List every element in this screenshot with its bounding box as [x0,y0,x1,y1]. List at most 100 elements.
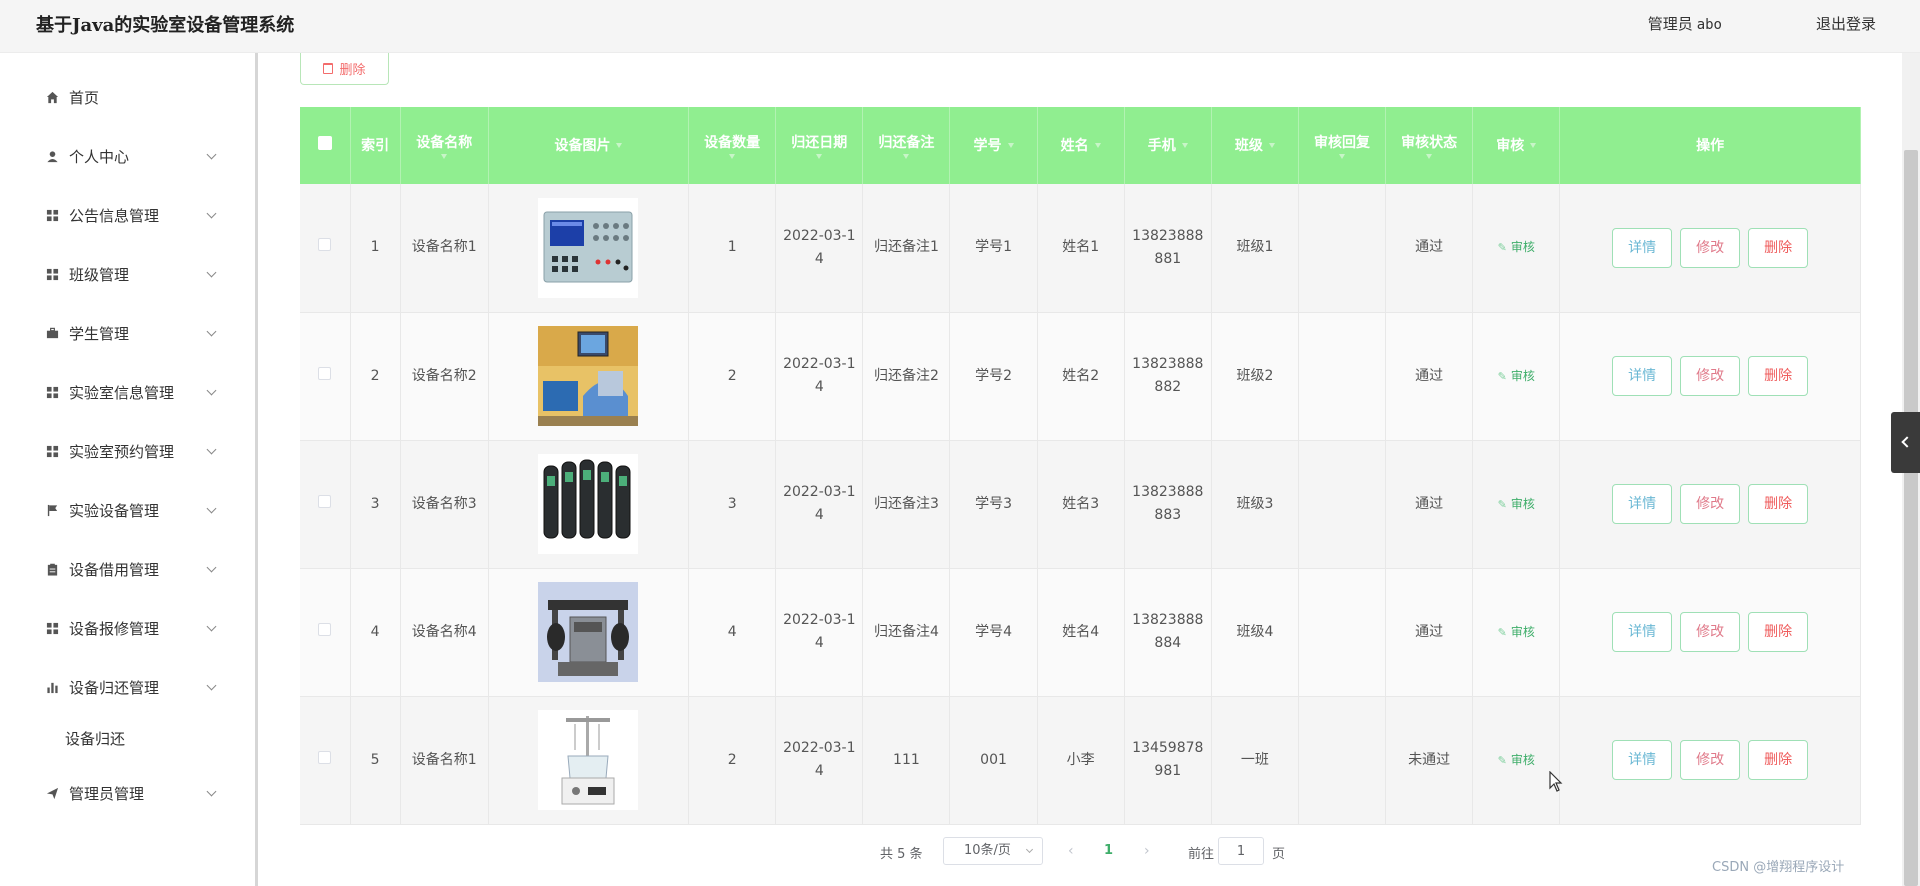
cell-device-name: 设备名称1 [400,696,489,825]
header-device-count[interactable]: 设备数量 [688,107,777,184]
sort-caret-icon[interactable] [903,154,910,159]
goto-page-input[interactable] [1218,837,1264,865]
detail-button[interactable]: 详情 [1612,227,1673,268]
admin-name: abo [1696,17,1722,33]
row-checkbox[interactable] [318,366,332,380]
edit-button[interactable]: 修改 [1680,612,1741,652]
sidebar-subitem-device-return[interactable]: 设备归还 [0,719,255,755]
user-icon [45,149,59,163]
cell-select[interactable] [300,568,351,697]
table-row: 4 设备名称4 4 2022-03-14 归还备注4 学号4 姓名4 13823888884 班… [300,568,1861,697]
header-device-name[interactable]: 设备名称 [400,107,489,184]
logout-link[interactable]: 退出登录 [1816,13,1876,34]
delete-button[interactable]: 删除 [1748,612,1809,652]
header-device-image[interactable]: 设备图片 [488,107,690,184]
header-class[interactable]: 班级 [1211,107,1299,184]
edit-button[interactable]: 修改 [1680,484,1741,524]
page-size-select[interactable]: 10条/页 [943,837,1043,865]
audit-link[interactable]: ✎ 审核 [1498,497,1535,511]
edit-button[interactable]: 修改 [1680,356,1741,396]
sort-caret-icon[interactable] [1530,143,1537,148]
prev-page-button[interactable]: ‹ [1068,843,1074,859]
select-all-checkbox[interactable] [317,135,332,150]
sidebar-item-2[interactable]: 公告信息管理 [0,195,255,235]
sidebar-item-1[interactable]: 个人中心 [0,136,255,176]
header-student-id[interactable]: 学号 [949,107,1038,184]
sort-caret-icon[interactable] [729,154,736,159]
row-checkbox[interactable] [318,622,332,636]
cell-select[interactable] [300,312,351,441]
sidebar-item-label: 班级管理 [69,265,130,284]
sort-caret-icon[interactable] [1181,143,1188,148]
sidebar-item-11[interactable]: 管理员管理 [0,773,255,813]
cell-audit: ✎ 审核 [1472,440,1561,569]
audit-link[interactable]: ✎ 审核 [1498,625,1535,639]
detail-button[interactable]: 详情 [1612,740,1673,780]
cell-audit-status: 通过 [1385,568,1474,697]
header-audit[interactable]: 审核 [1472,107,1561,184]
detail-button[interactable]: 详情 [1612,612,1673,652]
sidebar-item-5[interactable]: 实验室信息管理 [0,372,255,412]
sidebar-item-8[interactable]: 设备借用管理 [0,549,255,589]
sort-caret-icon[interactable] [1094,143,1101,148]
header-return-note[interactable]: 归还备注 [862,107,951,184]
delete-button[interactable]: 删除 [1748,227,1809,268]
page-number-current[interactable]: 1 [1104,843,1113,858]
sort-caret-icon[interactable] [1268,143,1275,148]
table-row: 1 设备名称1 1 2022-03-14 归还备注1 学号1 姓名1 13823888881 班… [300,184,1861,313]
sidebar-item-label: 实验设备管理 [69,501,160,520]
cell-student-id: 学号2 [949,312,1038,441]
audit-link[interactable]: ✎ 审核 [1498,369,1535,383]
cell-actions: 详情 修改 删除 [1559,312,1861,441]
cell-actions: 详情 修改 删除 [1559,696,1861,825]
cell-select[interactable] [300,184,351,313]
sidebar-item-10[interactable]: 设备归还管理 [0,667,255,707]
edit-button[interactable]: 修改 [1680,740,1741,780]
header-audit-reply[interactable]: 审核回复 [1298,107,1387,184]
detail-button[interactable]: 详情 [1612,356,1673,396]
row-checkbox[interactable] [318,494,332,508]
delete-button[interactable]: 删除 [1748,356,1809,396]
detail-button[interactable]: 详情 [1612,484,1673,524]
batch-delete-button[interactable]: 删除 [300,53,389,85]
sidebar-item-7[interactable]: 实验设备管理 [0,490,255,530]
scrollbar-thumb[interactable] [1904,150,1918,886]
sort-caret-icon[interactable] [816,154,823,159]
cell-name: 姓名3 [1037,440,1125,569]
cell-audit-reply [1298,312,1387,441]
collapse-panel-button[interactable] [1891,412,1920,473]
sidebar-item-label: 公告信息管理 [69,206,160,225]
sort-caret-icon[interactable] [441,154,448,159]
row-checkbox[interactable] [318,238,332,252]
cell-name: 姓名2 [1037,312,1125,441]
cell-audit: ✎ 审核 [1472,568,1561,697]
header-return-date[interactable]: 归还日期 [775,107,864,184]
sidebar-item-9[interactable]: 设备报修管理 [0,608,255,648]
header-audit-status[interactable]: 审核状态 [1385,107,1474,184]
row-checkbox[interactable] [318,750,332,764]
cell-select[interactable] [300,440,351,569]
cell-phone: 13823888881 [1124,184,1212,313]
sidebar-item-4[interactable]: 学生管理 [0,313,255,353]
sidebar-item-0[interactable]: 首页 [0,77,255,117]
return-records-table: 索引 设备名称 设备图片 设备数量 归还日期 归还备注 学号 姓名 手机 班级 … [300,107,1861,825]
sidebar-item-6[interactable]: 实验室预约管理 [0,431,255,471]
next-page-button[interactable]: › [1144,843,1150,859]
sidebar-item-3[interactable]: 班级管理 [0,254,255,294]
delete-button[interactable]: 删除 [1748,484,1809,524]
cell-select[interactable] [300,696,351,825]
cell-phone: 13823888884 [1124,568,1212,697]
header-phone[interactable]: 手机 [1124,107,1212,184]
sort-caret-icon[interactable] [1007,143,1014,148]
sort-caret-icon[interactable] [1339,154,1346,159]
audit-link[interactable]: ✎ 审核 [1498,240,1535,254]
header-name[interactable]: 姓名 [1037,107,1125,184]
cell-device-count: 2 [688,312,777,441]
sort-caret-icon[interactable] [1426,154,1433,159]
sort-caret-icon[interactable] [616,143,623,148]
edit-button[interactable]: 修改 [1680,227,1741,268]
audit-link[interactable]: ✎ 审核 [1498,753,1535,767]
cell-audit-reply [1298,440,1387,569]
header-select-all[interactable] [300,107,351,184]
delete-button[interactable]: 删除 [1748,740,1809,780]
